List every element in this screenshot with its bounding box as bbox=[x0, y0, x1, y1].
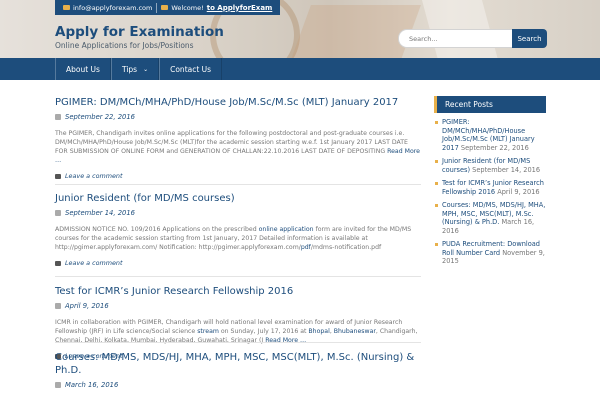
email-text: info@applyforexam.com bbox=[73, 3, 153, 12]
comment-icon bbox=[55, 173, 61, 179]
post-excerpt: ICMR in collaboration with PGIMER, Chand… bbox=[55, 318, 421, 345]
post-item: Junior Resident (for MD/MS courses) Sept… bbox=[55, 192, 421, 267]
excerpt-link[interactable]: Bhubaneswar bbox=[334, 328, 376, 335]
calendar-icon bbox=[55, 303, 61, 309]
post-divider bbox=[55, 342, 421, 343]
excerpt-link[interactable]: Bhopal bbox=[308, 328, 329, 335]
recent-post-date: April 9, 2016 bbox=[497, 187, 540, 196]
post-excerpt: The PGIMER, Chandigarh invites online ap… bbox=[55, 129, 421, 165]
comment-text: Leave a comment bbox=[65, 259, 123, 267]
post-date-text: April 9, 2016 bbox=[65, 302, 109, 310]
calendar-icon bbox=[55, 382, 61, 388]
post-title[interactable]: Courses: MD/MS, MDS/HJ, MHA, MPH, MSC, M… bbox=[55, 351, 421, 377]
excerpt-text: ADMISSION NOTICE NO. 109/2016 Applicatio… bbox=[55, 226, 259, 233]
nav-label: Tips bbox=[121, 64, 138, 74]
post-title[interactable]: PGIMER: DM/MCh/MHA/PhD/House Job/M.Sc/M.… bbox=[55, 96, 421, 109]
excerpt-link[interactable]: online application bbox=[259, 226, 314, 233]
excerpt-text: on Sunday, July 17, 2016 at bbox=[218, 328, 309, 335]
post-item: PGIMER: DM/MCh/MHA/PhD/House Job/M.Sc/M.… bbox=[55, 96, 421, 180]
search-input[interactable] bbox=[398, 29, 512, 48]
recent-post-date: September 22, 2016 bbox=[460, 143, 529, 152]
site-header: info@applyforexam.com Welcome! to Applyf… bbox=[0, 0, 600, 58]
widget-title: Recent Posts bbox=[434, 96, 546, 113]
search-button[interactable]: Search bbox=[512, 29, 547, 48]
top-bar: info@applyforexam.com Welcome! to Applyf… bbox=[55, 0, 281, 15]
calendar-icon bbox=[55, 210, 61, 216]
recent-posts-list: PGIMER: DM/MCh/MHA/PhD/House Job/M.Sc/M.… bbox=[434, 118, 546, 266]
comment-text: Leave a comment bbox=[65, 172, 123, 180]
nav-label: About Us bbox=[66, 64, 100, 74]
welcome-text: Welcome! bbox=[171, 3, 204, 12]
post-divider bbox=[55, 184, 421, 185]
search-form: Search bbox=[398, 29, 547, 48]
post-date: March 16, 2016 bbox=[55, 381, 421, 389]
post-title[interactable]: Junior Resident (for MD/MS courses) bbox=[55, 192, 421, 205]
calendar-icon bbox=[55, 114, 61, 120]
list-item: PGIMER: DM/MCh/MHA/PhD/House Job/M.Sc/M.… bbox=[434, 118, 546, 152]
main-nav: About Us Tips ⌄ Contact Us bbox=[0, 58, 600, 80]
excerpt-link[interactable]: pdf bbox=[301, 244, 311, 251]
nav-item-about-us[interactable]: About Us bbox=[55, 58, 111, 80]
post-date: April 9, 2016 bbox=[55, 302, 421, 310]
list-item: Test for ICMR’s Junior Research Fellowsh… bbox=[434, 179, 546, 196]
post-item: Courses: MD/MS, MDS/HJ, MHA, MPH, MSC, M… bbox=[55, 351, 421, 389]
excerpt-text: /mdms-notification.pdf bbox=[310, 244, 382, 251]
envelope-icon bbox=[63, 5, 70, 10]
post-date-text: September 22, 2016 bbox=[65, 113, 135, 121]
excerpt-link[interactable]: stream bbox=[197, 328, 219, 335]
post-divider bbox=[55, 276, 421, 277]
site-link[interactable]: to ApplyforExam bbox=[207, 4, 273, 12]
nav-label: Contact Us bbox=[170, 64, 212, 74]
email-item[interactable]: info@applyforexam.com bbox=[59, 4, 156, 12]
post-date-text: September 14, 2016 bbox=[65, 209, 135, 217]
comment-link[interactable]: Leave a comment bbox=[55, 259, 421, 267]
post-date-text: March 16, 2016 bbox=[65, 381, 119, 389]
nav-item-contact-us[interactable]: Contact Us bbox=[159, 58, 223, 80]
site-title[interactable]: Apply for Examination bbox=[55, 24, 224, 40]
site-tagline: Online Applications for Jobs/Positions bbox=[55, 41, 194, 50]
welcome-item: Welcome! to ApplyforExam bbox=[157, 4, 276, 12]
comment-icon bbox=[55, 260, 61, 266]
chevron-down-icon: ⌄ bbox=[143, 65, 149, 73]
post-title[interactable]: Test for ICMR’s Junior Research Fellowsh… bbox=[55, 285, 421, 298]
sidebar: Recent Posts PGIMER: DM/MCh/MHA/PhD/Hous… bbox=[434, 96, 546, 271]
post-item: Test for ICMR’s Junior Research Fellowsh… bbox=[55, 285, 421, 360]
list-item: Courses: MD/MS, MDS/HJ, MHA, MPH, MSC, M… bbox=[434, 201, 546, 235]
comment-link[interactable]: Leave a comment bbox=[55, 172, 421, 180]
recent-post-date: September 14, 2016 bbox=[472, 165, 541, 174]
list-item: Junior Resident (for MD/MS courses) Sept… bbox=[434, 157, 546, 174]
list-item: PUDA Recruitment: Download Roll Number C… bbox=[434, 240, 546, 266]
envelope-icon bbox=[161, 5, 169, 10]
post-date: September 22, 2016 bbox=[55, 113, 421, 121]
nav-item-tips[interactable]: Tips ⌄ bbox=[110, 58, 160, 80]
post-excerpt: ADMISSION NOTICE NO. 109/2016 Applicatio… bbox=[55, 225, 421, 252]
post-date: September 14, 2016 bbox=[55, 209, 421, 217]
excerpt-text: The PGIMER, Chandigarh invites online ap… bbox=[55, 130, 408, 155]
